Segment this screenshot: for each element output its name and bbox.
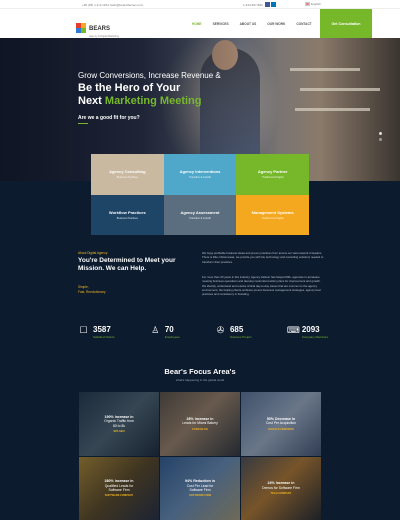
stat-item: ☐ 3587 Satisfied Clients (78, 325, 115, 339)
hero-highlight: Marketing Meeting (104, 95, 202, 107)
service-tile[interactable]: Agency Interventions Transition & Growth (163, 154, 237, 195)
linkedin-icon[interactable] (271, 2, 276, 7)
top-phone[interactable]: +99 (95) 1-2-3-1234 (82, 3, 109, 7)
service-tile[interactable]: Agency Assessment Transition & Growth (163, 194, 237, 235)
about-paragraph-1: We forge profitable business ideas and p… (202, 251, 324, 264)
slider-dots (379, 132, 382, 141)
nav-home[interactable]: HOME (192, 22, 202, 26)
focus-card-tag: SOFTWARE COMPANY (104, 494, 134, 498)
about-heading: You're Determined to Meet your Mission. … (78, 257, 176, 272)
focus-card-text: Demos for Software Firm (262, 485, 300, 490)
focus-card-tag: TECH COMPANY (270, 492, 292, 496)
stat-item: ⌨ 2093 Company Members (287, 325, 328, 339)
social-links (265, 2, 276, 7)
stat-number: 70 (164, 325, 174, 334)
focus-card-text: Cost Per Acquisition (265, 421, 297, 426)
focus-card-tag: SPA SEO (113, 429, 125, 433)
focus-card[interactable]: 50% Decrease in Cost Per Acquisition GOO… (241, 392, 321, 456)
stat-label: Satisfied Clients (93, 335, 115, 339)
stat-number: 2093 (301, 325, 320, 334)
employees-icon: ♙ (151, 325, 160, 335)
stat-label: Company Members (301, 335, 328, 339)
nav-about[interactable]: ABOUT US (240, 22, 257, 26)
nav-contact[interactable]: CONTACT (296, 22, 311, 26)
clients-icon: ☐ (79, 325, 88, 335)
focus-card-tag: GOOGLE ADWORDS (268, 427, 294, 431)
facebook-icon[interactable] (265, 2, 270, 7)
focus-card[interactable]: 24% Increase in Demos for Software Firm … (241, 456, 321, 520)
top-email[interactable]: hello@bearsthemes.com (110, 3, 143, 7)
about-kicker: About Digital Agency (78, 251, 108, 255)
hero-line-2: Be the Hero of Your (78, 82, 181, 94)
about-tagline-2: Fast, Revolutionary (78, 289, 106, 294)
stat-item: ♙ 70 Employees (150, 325, 180, 339)
focus-card-text-2: Software Firm (189, 488, 211, 493)
focus-subheading: what's happening in the global world (175, 378, 225, 382)
service-subtitle: Traditional & Digital (261, 216, 284, 220)
service-subtitle: Business Practices (116, 176, 138, 180)
stat-item: ✇ 685 Success Project (215, 325, 252, 339)
projects-icon: ✇ (216, 325, 225, 335)
top-bar: +99 (95) 1-2-3-1234 hello@bearsthemes.co… (0, 0, 400, 9)
service-subtitle: Transition & Growth (188, 216, 211, 220)
us-flag-icon (305, 2, 310, 6)
hero-fit-underline (78, 123, 88, 124)
get-consultation-button[interactable]: Get Consultation (320, 9, 372, 38)
logo-mark-icon (76, 22, 86, 33)
nav-our-work[interactable]: OUR WORK (267, 22, 285, 26)
about-paragraph-2: For more than 20 years in this industry,… (202, 275, 321, 297)
service-tile[interactable]: Agency Partner Traditional & Digital (236, 154, 309, 195)
focus-card-text: Leads for Miami Bakery (182, 421, 218, 426)
service-title: Workflow Practices (108, 209, 146, 215)
hero-line-3: Next Marketing Meeting (78, 95, 201, 107)
language-label: English (311, 2, 321, 6)
top-phone-2[interactable]: 1-234-567-890 (243, 3, 263, 7)
focus-grid: 190% Increase in Organic Traffic from 80… (79, 392, 321, 520)
service-tile[interactable]: Agency Consulting Business Practices (91, 154, 164, 195)
logo[interactable]: BEARS Agency & Digital Marketing (76, 17, 119, 38)
stats-row: ☐ 3587 Satisfied Clients ♙ 70 Employees ✇ … (78, 325, 328, 339)
service-subtitle: Business Practices (116, 216, 138, 220)
focus-card-text-2: 80 to 8k (112, 423, 126, 428)
focus-heading: Bear's Focus Area's (164, 367, 236, 376)
members-icon: ⌨ (286, 325, 300, 335)
service-tile[interactable]: Management Systems Traditional & Digital (236, 194, 309, 235)
nav-services[interactable]: SERVICES (213, 22, 229, 26)
site-header: BEARS Agency & Digital Marketing HOME SE… (0, 9, 400, 38)
service-subtitle: Transition & Growth (188, 176, 211, 180)
focus-card-text-2: Software Firm (108, 488, 130, 493)
about-tagline: Simple, Fast, Revolutionary (78, 285, 105, 294)
focus-card-tag: SOFTWARE FIRM (189, 494, 211, 498)
stat-number: 3587 (93, 325, 111, 334)
main-nav: HOME SERVICES ABOUT US OUR WORK CONTACT … (192, 22, 332, 26)
service-title: Agency Assessment (180, 209, 220, 215)
service-title: Agency Interventions (179, 169, 221, 175)
hero-line-3-prefix: Next (78, 95, 105, 107)
focus-card-tag: FOOD BLOG (192, 427, 208, 431)
stat-label: Success Project (229, 335, 252, 339)
service-title: Agency Partner (257, 169, 288, 175)
stat-number: 685 (229, 325, 244, 334)
language-selector[interactable]: English (305, 2, 321, 6)
focus-card[interactable]: 28% Increase in Leads for Miami Bakery F… (160, 392, 240, 456)
slider-dot[interactable] (379, 138, 382, 141)
focus-card[interactable]: 94% Reduction in Cost Per Lead for Softw… (160, 456, 240, 520)
hero-line-1: Grow Conversions, Increase Revenue & (78, 71, 221, 80)
service-title: Agency Consulting (109, 169, 146, 175)
focus-card[interactable]: 190% Increase in Organic Traffic from 80… (79, 392, 159, 456)
service-subtitle: Traditional & Digital (261, 176, 284, 180)
service-title: Management Systems (251, 209, 294, 215)
services-grid: Agency Consulting Business Practices Agen… (91, 154, 309, 235)
focus-card[interactable]: 280% Increase in Qualified Leads for Sof… (79, 456, 159, 520)
service-tile[interactable]: Workflow Practices Business Practices (91, 194, 164, 235)
stat-label: Employees (164, 335, 180, 339)
brand-name: BEARS (89, 26, 111, 32)
hero-fit-link[interactable]: Are we a good fit for you? (78, 115, 140, 121)
slider-dot[interactable] (379, 132, 382, 135)
